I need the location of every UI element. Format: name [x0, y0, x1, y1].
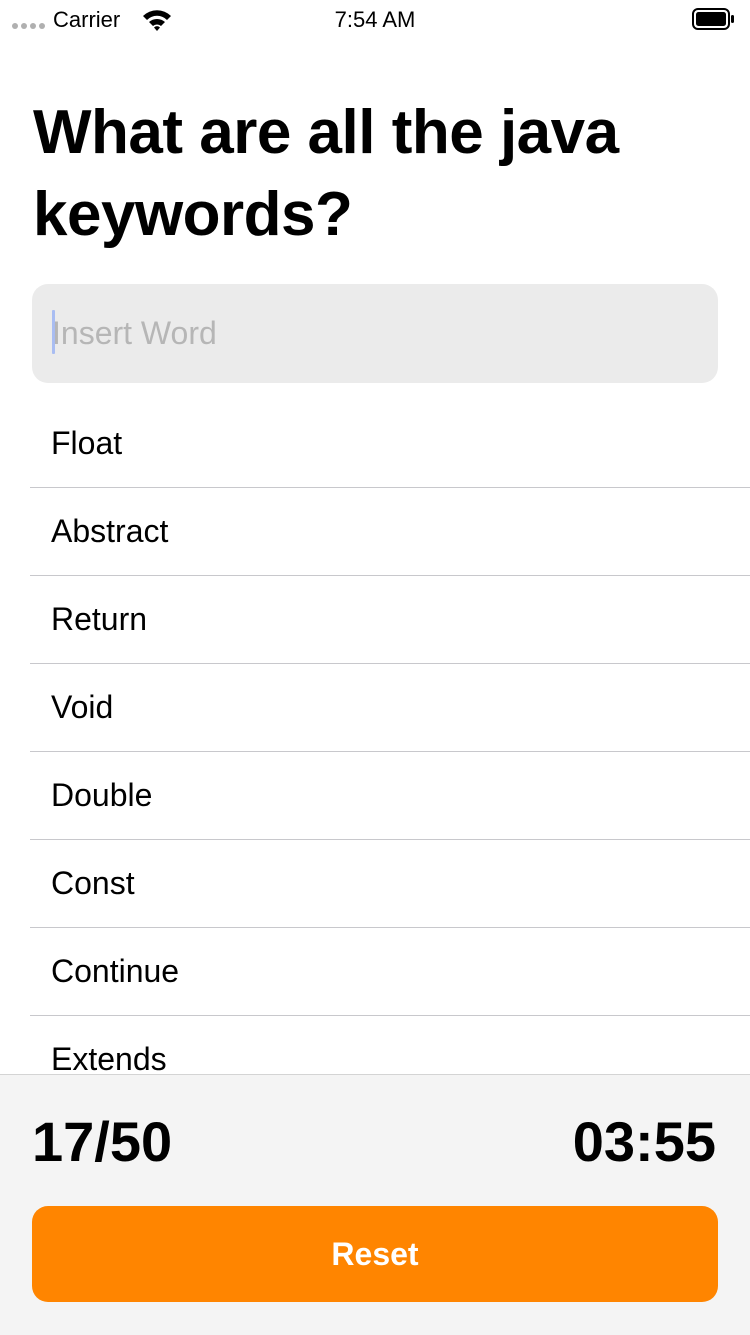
bottom-panel: 17/50 03:55 Reset	[0, 1074, 750, 1335]
battery-full-icon	[692, 8, 734, 30]
word-list-item[interactable]: Extends	[30, 1016, 750, 1074]
status-bar: Carrier 7:54 AM	[0, 0, 750, 40]
word-list-item[interactable]: Continue	[30, 928, 750, 1016]
word-list-item[interactable]: Void	[30, 664, 750, 752]
word-list-item[interactable]: Return	[30, 576, 750, 664]
found-words-list[interactable]: Float Abstract Return Void Double Const Contin…	[30, 400, 750, 1074]
word-list-item[interactable]: Float	[30, 400, 750, 488]
word-input-field[interactable]	[32, 284, 718, 383]
reset-button[interactable]: Reset	[32, 1206, 718, 1302]
question-title: What are all the java keywords?	[33, 98, 619, 249]
status-time: 7:54 AM	[334, 7, 416, 32]
word-list-item[interactable]: Double	[30, 752, 750, 840]
countdown-timer: 03:55	[572, 1110, 716, 1173]
word-list-item[interactable]: Const	[30, 840, 750, 928]
word-list-item[interactable]: Abstract	[30, 488, 750, 576]
score-counter: 17/50	[32, 1110, 173, 1173]
word-input[interactable]	[52, 284, 692, 383]
